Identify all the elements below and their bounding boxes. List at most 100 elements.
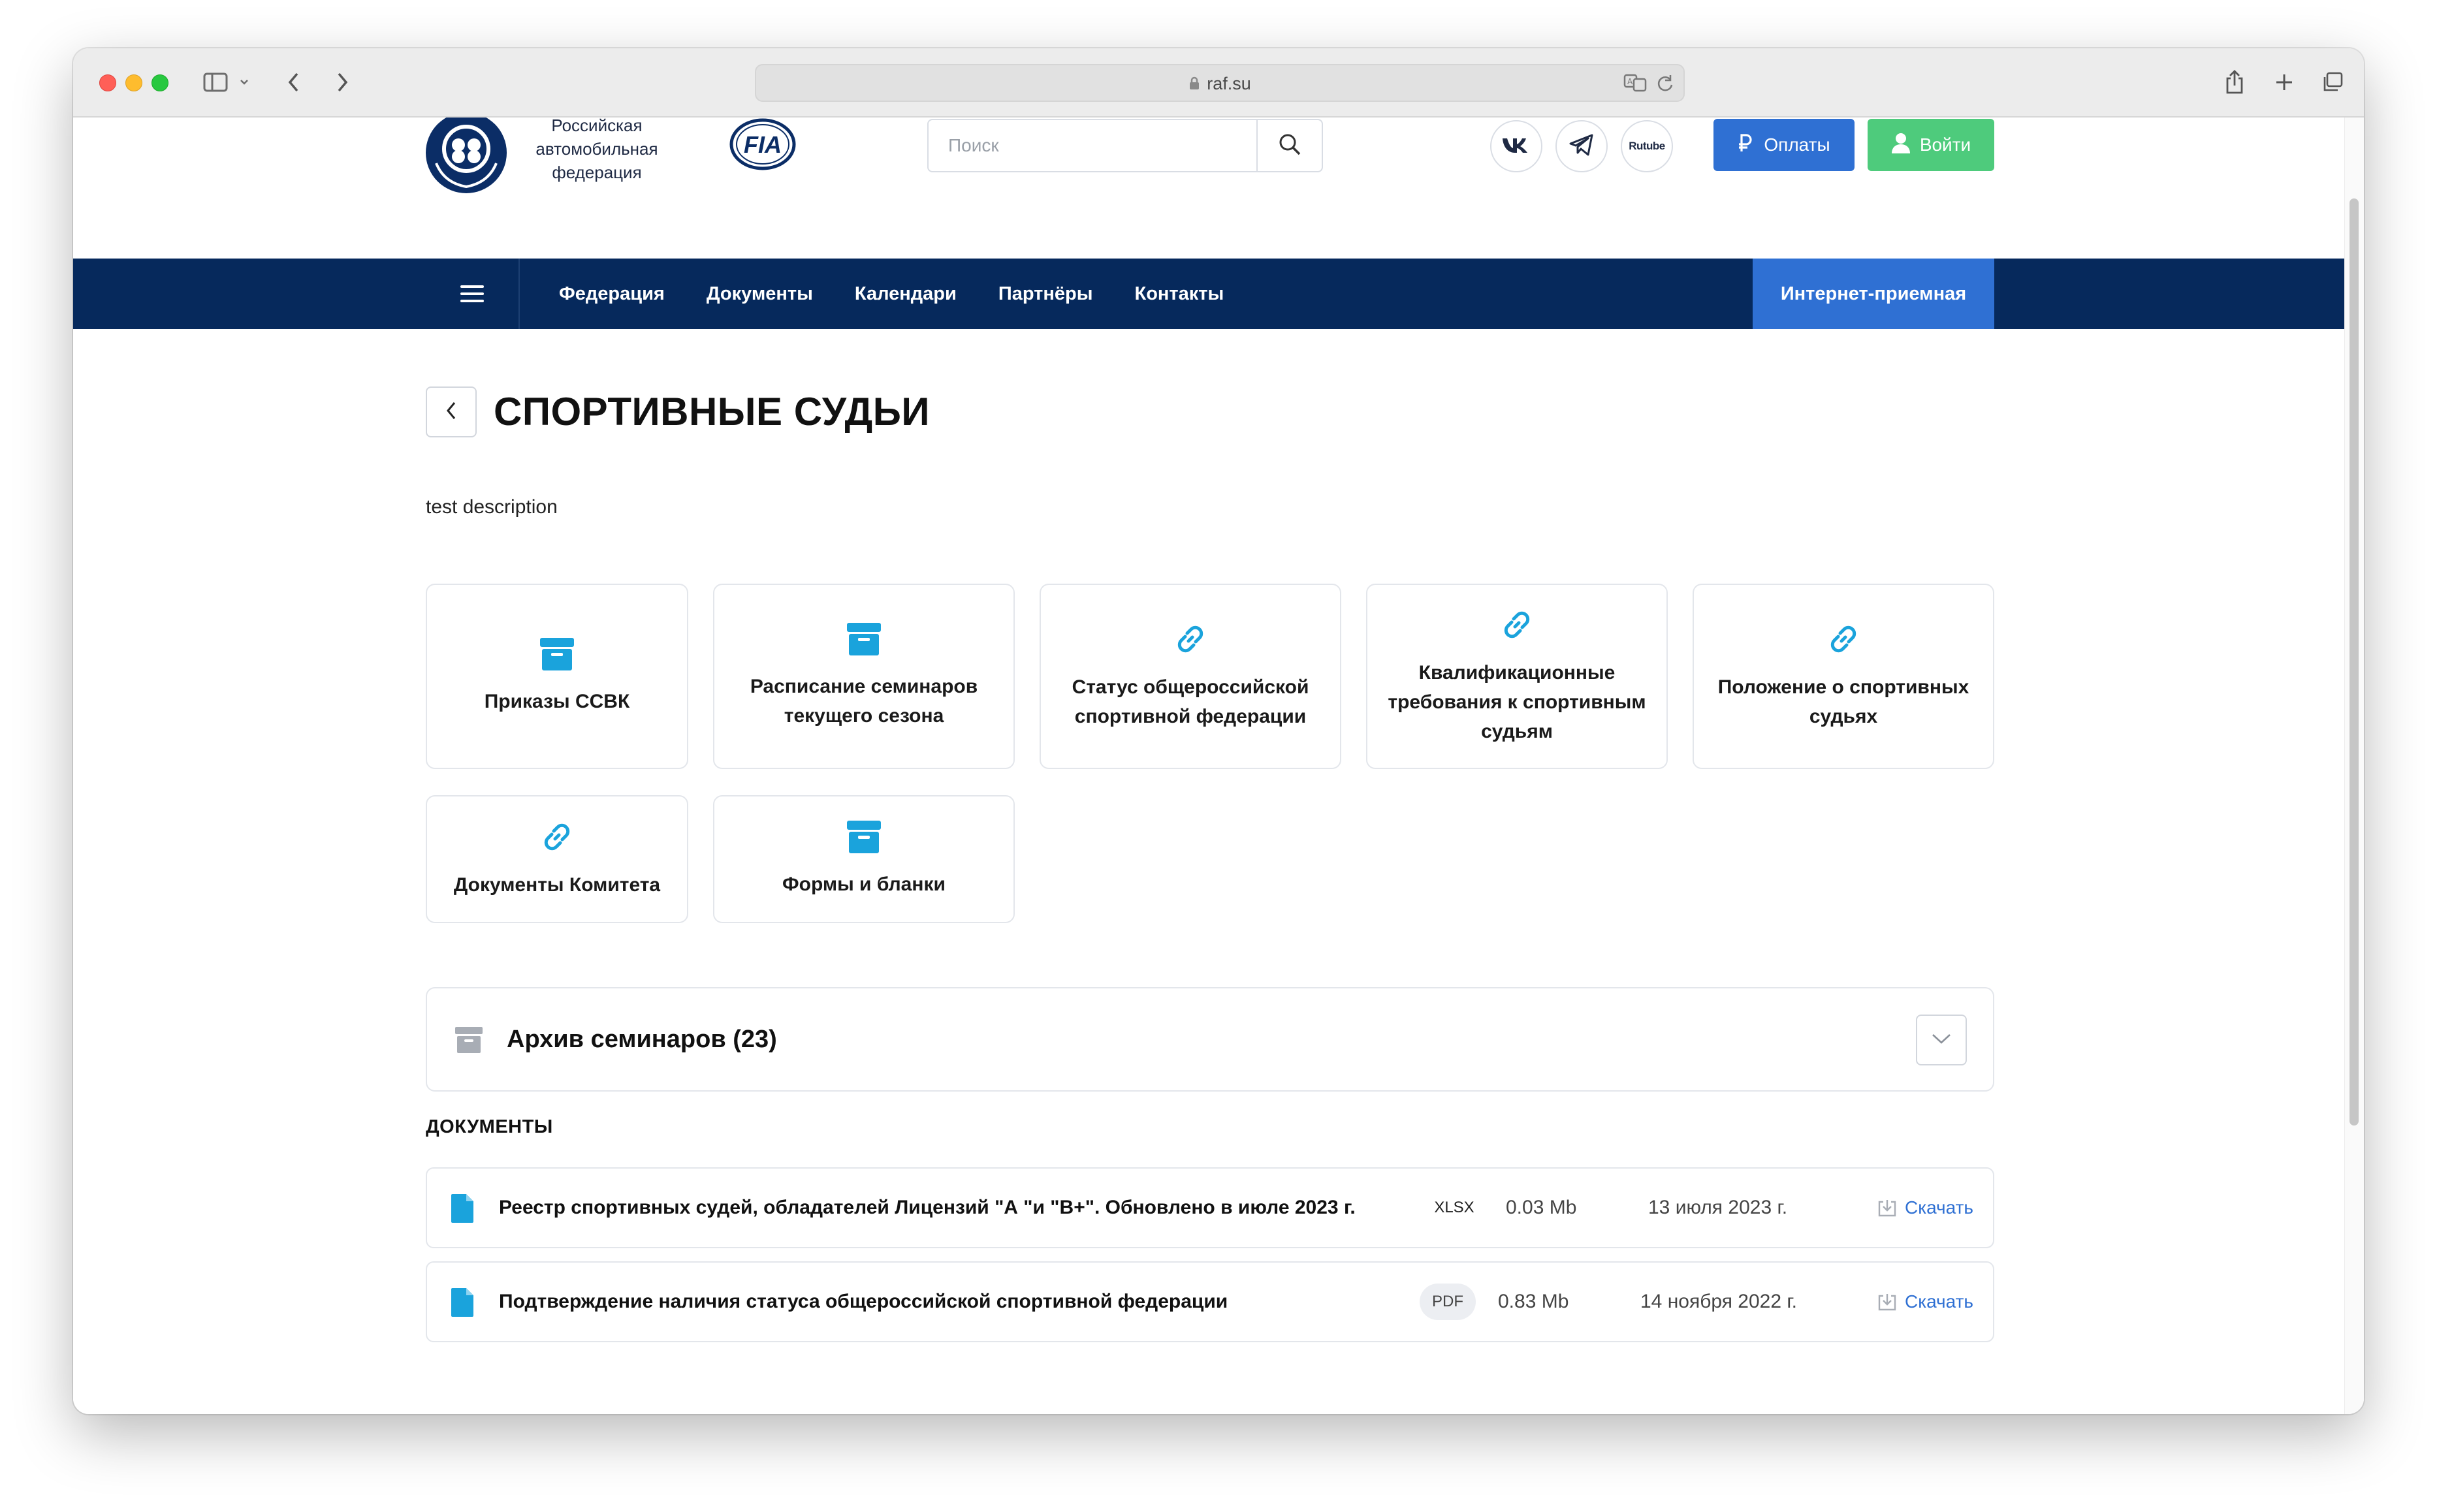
seminar-archive-accordion[interactable]: Архив семинаров (23) (426, 987, 1994, 1092)
search-box (927, 119, 1323, 172)
vk-link[interactable] (1490, 120, 1542, 172)
card-federation-status[interactable]: Статус общероссийской спортивной федерац… (1040, 584, 1341, 769)
document-type: PDF (1420, 1284, 1476, 1320)
scrollbar-thumb[interactable] (2349, 198, 2359, 1126)
search-button[interactable] (1256, 120, 1322, 171)
vk-icon (1501, 136, 1531, 157)
menu-icon[interactable] (426, 259, 520, 329)
document-row[interactable]: Реестр спортивных судей, обладателей Лиц… (426, 1167, 1994, 1248)
archive-icon (846, 820, 882, 854)
telegram-icon (1569, 133, 1595, 160)
lock-icon (1188, 67, 1200, 103)
nav-item-federation[interactable]: Федерация (559, 283, 665, 305)
page-description: test description (426, 496, 558, 518)
raf-logo[interactable] (424, 118, 508, 195)
card-judges-regulation[interactable]: Положение о спортивных судьях (1693, 584, 1994, 769)
card-ssvk-orders[interactable]: Приказы ССВК (426, 584, 688, 769)
browser-window: raf.su A Российская автомобильная федера… (73, 48, 2364, 1414)
back-arrow-icon[interactable] (281, 65, 307, 99)
login-button[interactable]: Войти (1868, 119, 1994, 171)
address-bar[interactable]: raf.su A (755, 64, 1685, 102)
svg-text:FIA: FIA (744, 131, 782, 158)
link-icon (1826, 622, 1861, 657)
card-label: Положение о спортивных судьях (1717, 676, 1969, 727)
download-label: Скачать (1905, 1291, 1973, 1312)
download-link[interactable]: Скачать (1877, 1263, 1973, 1341)
documents-heading: ДОКУМЕНТЫ (426, 1116, 553, 1137)
rutube-link[interactable]: Rutube (1621, 120, 1673, 172)
page-title: СПОРТИВНЫЕ СУДЬИ (494, 390, 931, 433)
tab-overview-icon[interactable] (2319, 65, 2346, 99)
nav-item-calendars[interactable]: Календари (855, 283, 957, 305)
document-size: 0.03 Mb (1506, 1197, 1577, 1218)
rutube-label: Rutube (1629, 140, 1665, 152)
card-label: Приказы ССВК (484, 690, 630, 712)
svg-text:A: A (1627, 77, 1633, 86)
document-date: 13 июля 2023 г. (1648, 1197, 1788, 1218)
new-tab-icon[interactable] (2271, 65, 2297, 99)
payments-label: Оплаты (1764, 134, 1830, 155)
main-navigation: Федерация Документы Календари Партнёры К… (73, 259, 2344, 329)
file-icon (451, 1193, 474, 1227)
fia-logo[interactable]: FIA (729, 118, 797, 171)
reload-icon[interactable] (1656, 73, 1674, 96)
card-label: Расписание семинаров текущего сезона (750, 676, 978, 727)
chevron-down-icon (1931, 1032, 1952, 1048)
archive-icon (846, 622, 882, 656)
chevron-down-icon[interactable] (238, 65, 251, 99)
archive-icon (539, 637, 575, 671)
forward-arrow-icon[interactable] (329, 65, 355, 99)
zoom-window-button[interactable] (151, 74, 168, 91)
card-label: Статус общероссийской спортивной федерац… (1072, 676, 1309, 727)
download-icon (1877, 1292, 1897, 1312)
back-button[interactable] (426, 386, 477, 437)
card-label: Документы Комитета (453, 874, 661, 896)
link-icon (539, 819, 575, 855)
close-window-button[interactable] (99, 74, 116, 91)
browser-toolbar: raf.su A (73, 48, 2364, 118)
logo-text-line-1: Российская (551, 118, 643, 135)
expand-archive-button[interactable] (1916, 1015, 1967, 1065)
document-name[interactable]: Подтверждение наличия статуса общероссий… (499, 1263, 1228, 1341)
payments-button[interactable]: Оплаты (1713, 119, 1855, 171)
translate-icon[interactable]: A (1623, 73, 1647, 96)
download-icon (1877, 1198, 1897, 1218)
download-link[interactable]: Скачать (1877, 1169, 1973, 1247)
card-seminar-schedule[interactable]: Расписание семинаров текущего сезона (713, 584, 1015, 769)
search-input[interactable] (929, 120, 1256, 171)
document-type: XLSX (1434, 1199, 1474, 1216)
card-label: Квалификационные требования к спортивным… (1388, 661, 1646, 742)
sidebar-toggle-icon[interactable] (201, 65, 230, 99)
site-header: Российская автомобильная федерация FIA П… (73, 118, 2344, 210)
document-date: 14 ноября 2022 г. (1640, 1291, 1797, 1312)
telegram-link[interactable] (1555, 120, 1608, 172)
card-qualification-requirements[interactable]: Квалификационные требования к спортивным… (1366, 584, 1668, 769)
chevron-left-icon (445, 400, 458, 424)
document-row[interactable]: Подтверждение наличия статуса общероссий… (426, 1261, 1994, 1342)
logo-text-line-3: федерация (552, 163, 642, 182)
ruble-icon (1738, 133, 1752, 157)
share-icon[interactable] (2222, 65, 2248, 99)
minimize-window-button[interactable] (125, 74, 142, 91)
card-label: Формы и бланки (782, 873, 946, 895)
nav-item-documents[interactable]: Документы (707, 283, 813, 305)
archive-icon (454, 1026, 483, 1057)
page-viewport: Российская автомобильная федерация FIA П… (73, 118, 2364, 1414)
search-icon (1278, 133, 1301, 159)
internet-reception-button[interactable]: Интернет-приемная (1753, 259, 1994, 329)
card-committee-documents[interactable]: Документы Комитета (426, 795, 688, 923)
link-icon (1173, 622, 1208, 657)
nav-item-partners[interactable]: Партнёры (998, 283, 1093, 305)
document-size: 0.83 Mb (1498, 1291, 1569, 1312)
nav-menu: Федерация Документы Календари Партнёры К… (559, 259, 1224, 329)
document-name[interactable]: Реестр спортивных судей, обладателей Лиц… (499, 1169, 1356, 1247)
download-label: Скачать (1905, 1197, 1973, 1218)
link-icon (1499, 607, 1535, 642)
user-icon (1891, 133, 1911, 158)
login-label: Войти (1919, 134, 1971, 155)
nav-item-contacts[interactable]: Контакты (1135, 283, 1224, 305)
url-text: raf.su (1207, 74, 1251, 93)
card-forms[interactable]: Формы и бланки (713, 795, 1015, 923)
archive-title: Архив семинаров (23) (507, 1026, 777, 1053)
file-icon (451, 1287, 474, 1321)
